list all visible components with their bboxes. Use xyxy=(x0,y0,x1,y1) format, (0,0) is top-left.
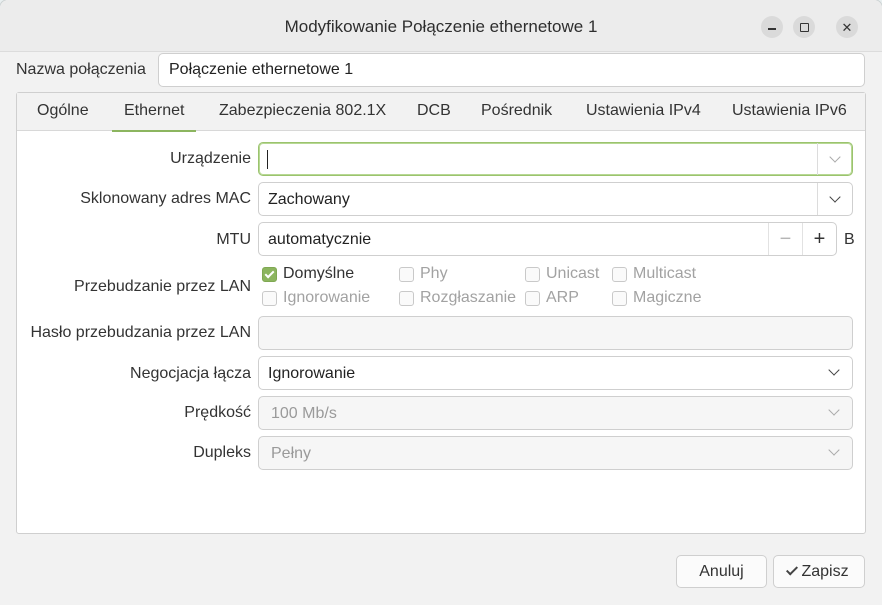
checkbox-icon xyxy=(399,266,414,282)
link-negotiation-value: Ignorowanie xyxy=(268,365,356,382)
close-icon: ✕ xyxy=(841,19,853,35)
save-button[interactable]: Zapisz xyxy=(773,555,865,588)
duplex-value: Pełny xyxy=(271,445,312,462)
tab-proxy[interactable]: Pośrednik xyxy=(481,102,552,120)
wol-broadcast-label: Rozgłaszanie xyxy=(420,289,517,306)
speed-value: 100 Mb/s xyxy=(271,405,337,422)
speed-label: Prędkość xyxy=(184,404,251,421)
connection-name-label: Nazwa połączenia xyxy=(16,61,146,78)
close-button[interactable]: ✕ xyxy=(836,16,858,38)
chevron-down-icon xyxy=(828,364,840,376)
mtu-decrement-button[interactable]: − xyxy=(768,223,802,255)
wol-password-input[interactable] xyxy=(258,316,853,350)
tab-ethernet[interactable]: Ethernet xyxy=(111,102,198,132)
checkbox-checked-icon xyxy=(262,266,277,282)
wol-arp-checkbox[interactable]: ARP xyxy=(525,289,579,307)
chevron-down-icon xyxy=(828,404,840,416)
device-combo[interactable] xyxy=(258,142,853,176)
mtu-spinbox[interactable]: automatycznie − + xyxy=(258,222,837,256)
cancel-button[interactable]: Anuluj xyxy=(676,555,767,588)
checkbox-icon xyxy=(262,290,277,306)
duplex-label: Dupleks xyxy=(193,444,251,461)
cancel-button-label: Anuluj xyxy=(699,562,744,580)
wol-password-label: Hasło przebudzania przez LAN xyxy=(30,324,251,341)
speed-select[interactable]: 100 Mb/s xyxy=(258,396,853,430)
window-title: Modyfikowanie Połączenie ethernetowe 1 xyxy=(284,17,598,36)
maximize-button[interactable] xyxy=(793,16,815,38)
wol-multicast-checkbox[interactable]: Multicast xyxy=(612,265,696,283)
wol-magic-label: Magiczne xyxy=(633,289,702,306)
text-cursor xyxy=(267,150,268,169)
wol-multicast-label: Multicast xyxy=(633,265,697,282)
cloned-mac-label: Sklonowany adres MAC xyxy=(80,190,251,207)
device-label: Urządzenie xyxy=(170,150,251,167)
wol-arp-label: ARP xyxy=(546,289,579,306)
wol-phy-checkbox[interactable]: Phy xyxy=(399,265,448,283)
checkbox-icon xyxy=(525,266,540,282)
wol-ignore-checkbox[interactable]: Ignorowanie xyxy=(262,289,370,307)
wol-unicast-checkbox[interactable]: Unicast xyxy=(525,265,599,283)
link-negotiation-label: Negocjacja łącza xyxy=(130,365,251,382)
wol-broadcast-checkbox[interactable]: Rozgłaszanie xyxy=(399,289,516,307)
mtu-value: automatycznie xyxy=(268,231,372,248)
cloned-mac-combo[interactable]: Zachowany xyxy=(258,182,853,216)
mtu-unit: B xyxy=(844,231,855,248)
tab-security-8021x[interactable]: Zabezpieczenia 802.1X xyxy=(219,102,386,120)
wol-label: Przebudzanie przez LAN xyxy=(74,278,251,295)
wol-unicast-label: Unicast xyxy=(546,265,600,282)
connection-editor-window: Modyfikowanie Połączenie ethernetowe 1 ✕… xyxy=(0,0,882,605)
mtu-label: MTU xyxy=(216,231,251,248)
tab-ipv4[interactable]: Ustawienia IPv4 xyxy=(586,102,701,120)
checkmark-icon xyxy=(786,563,799,576)
save-button-label: Zapisz xyxy=(801,562,849,580)
mtu-increment-button[interactable]: + xyxy=(802,223,836,255)
checkbox-icon xyxy=(612,266,627,282)
tab-ipv6[interactable]: Ustawienia IPv6 xyxy=(732,102,847,120)
minimize-icon xyxy=(768,28,776,30)
checkbox-icon xyxy=(525,290,540,306)
device-dropdown-button[interactable] xyxy=(817,143,852,175)
link-negotiation-select[interactable]: Ignorowanie xyxy=(258,356,853,390)
chevron-down-icon xyxy=(829,151,841,163)
checkbox-icon xyxy=(612,290,627,306)
wol-ignore-label: Ignorowanie xyxy=(283,289,371,306)
duplex-select[interactable]: Pełny xyxy=(258,436,853,470)
maximize-icon xyxy=(799,22,809,32)
cloned-mac-value: Zachowany xyxy=(268,191,350,208)
cloned-mac-dropdown-button[interactable] xyxy=(817,183,852,215)
tab-bar: Ogólne Ethernet Zabezpieczenia 802.1X DC… xyxy=(17,93,865,132)
tab-dcb[interactable]: DCB xyxy=(417,102,451,120)
wol-default-checkbox[interactable]: Domyślne xyxy=(262,265,354,283)
wol-phy-label: Phy xyxy=(420,265,448,282)
checkbox-icon xyxy=(399,290,414,306)
chevron-down-icon xyxy=(829,191,841,203)
wol-magic-checkbox[interactable]: Magiczne xyxy=(612,289,701,307)
wol-default-label: Domyślne xyxy=(283,265,355,282)
title-bar[interactable]: Modyfikowanie Połączenie ethernetowe 1 ✕ xyxy=(0,0,882,52)
minimize-button[interactable] xyxy=(761,16,783,38)
connection-name-input[interactable]: Połączenie ethernetowe 1 xyxy=(158,53,865,87)
tab-general[interactable]: Ogólne xyxy=(37,102,89,120)
chevron-down-icon xyxy=(828,444,840,456)
